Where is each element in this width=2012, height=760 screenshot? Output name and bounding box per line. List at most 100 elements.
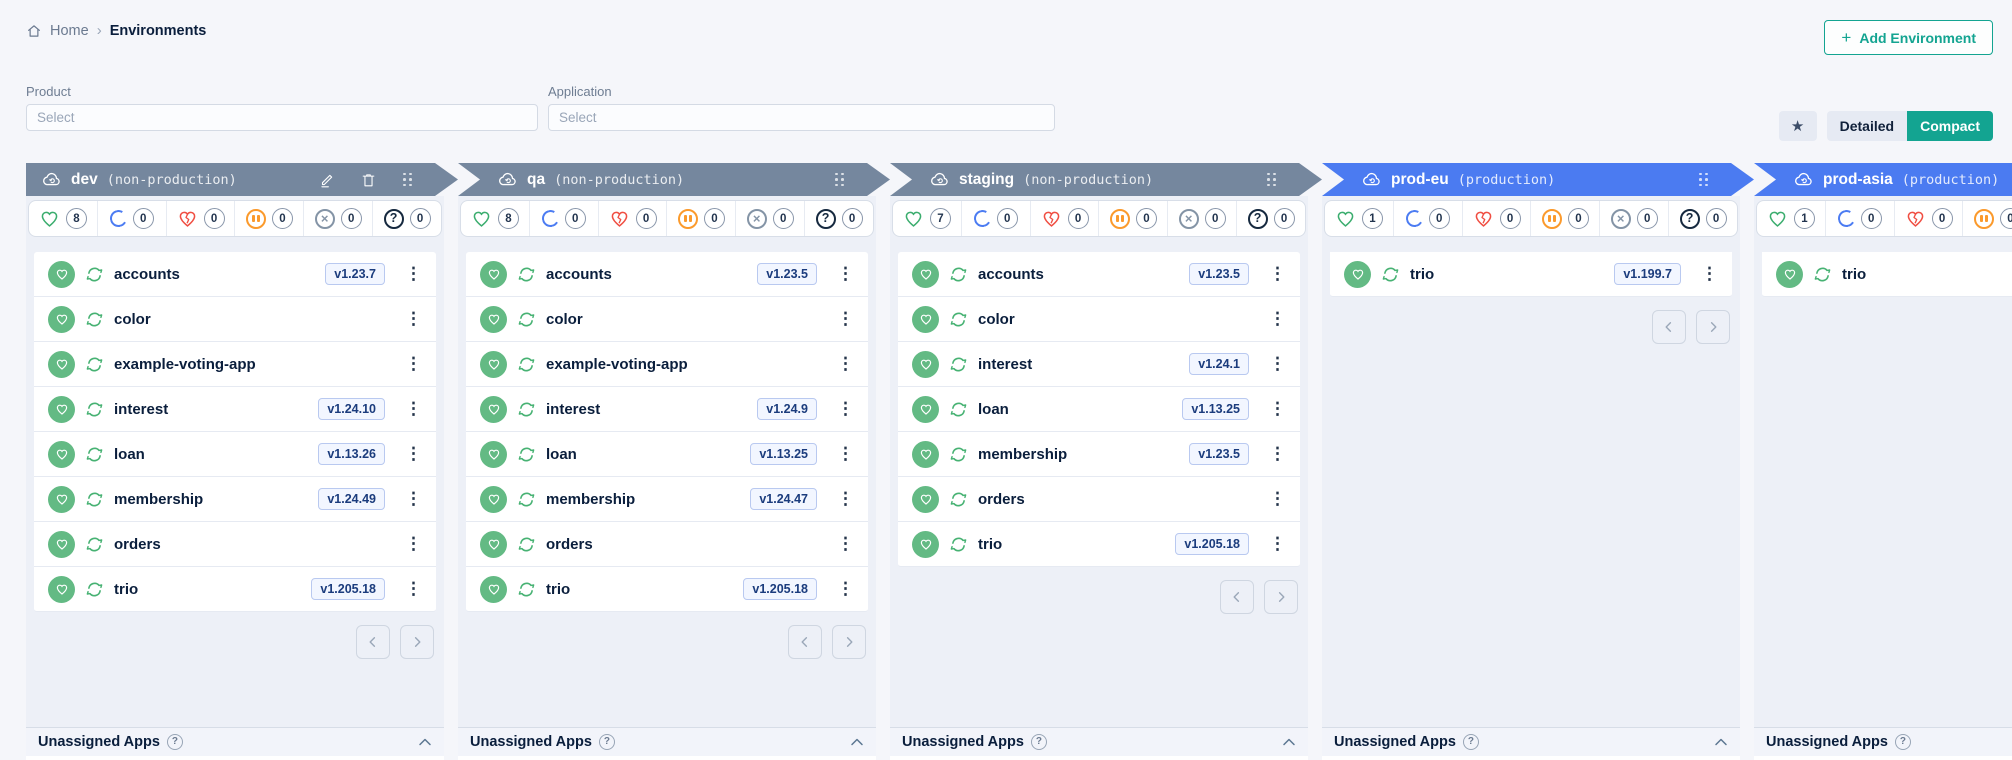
app-row[interactable]: trio v1.199.7 ⋮ xyxy=(1330,252,1732,297)
environment-name: staging xyxy=(959,171,1014,189)
app-row[interactable]: membership v1.24.47 ⋮ xyxy=(466,477,868,522)
app-row[interactable]: trio v1.205.18 ⋮ xyxy=(34,567,436,612)
pagination-prev-button[interactable] xyxy=(788,625,822,659)
unassigned-apps-footer[interactable]: Unassigned Apps ? xyxy=(1322,727,1740,756)
kebab-menu-icon[interactable]: ⋮ xyxy=(1269,399,1286,419)
view-detailed-button[interactable]: Detailed xyxy=(1827,111,1907,141)
kebab-menu-icon[interactable]: ⋮ xyxy=(837,444,854,464)
pagination-prev-button[interactable] xyxy=(356,625,390,659)
home-icon[interactable] xyxy=(26,23,42,39)
kebab-menu-icon[interactable]: ⋮ xyxy=(1269,309,1286,329)
application-select[interactable]: Select xyxy=(548,104,1055,131)
kebab-menu-icon[interactable]: ⋮ xyxy=(405,354,422,374)
kebab-menu-icon[interactable]: ⋮ xyxy=(405,489,422,509)
environment-header[interactable]: dev (non-production) xyxy=(26,163,458,196)
kebab-menu-icon[interactable]: ⋮ xyxy=(405,444,422,464)
chevron-up-icon[interactable] xyxy=(418,737,432,747)
unassigned-apps-footer[interactable]: Unassigned Apps ? xyxy=(1754,727,2012,756)
kebab-menu-icon[interactable]: ⋮ xyxy=(405,579,422,599)
environment-header[interactable]: staging (non-production) xyxy=(890,163,1322,196)
app-row[interactable]: color ⋮ xyxy=(34,297,436,342)
kebab-menu-icon[interactable]: ⋮ xyxy=(1269,534,1286,554)
drag-handle-icon[interactable] xyxy=(403,173,412,187)
sync-icon xyxy=(517,310,536,329)
app-row[interactable]: loan v1.13.25 ⋮ xyxy=(466,432,868,477)
app-row[interactable]: example-voting-app ⋮ xyxy=(466,342,868,387)
edit-icon[interactable] xyxy=(318,171,336,189)
environment-header[interactable]: qa (non-production) xyxy=(458,163,890,196)
sync-icon xyxy=(949,355,968,374)
missing-count: 0 xyxy=(1637,208,1658,229)
breadcrumb-home[interactable]: Home xyxy=(50,23,89,39)
app-row[interactable]: accounts v1.23.5 ⋮ xyxy=(466,252,868,297)
app-row[interactable]: interest v1.24.9 ⋮ xyxy=(466,387,868,432)
chevron-up-icon[interactable] xyxy=(1714,737,1728,747)
delete-icon[interactable] xyxy=(360,171,377,189)
degraded-count: 0 xyxy=(636,208,657,229)
kebab-menu-icon[interactable]: ⋮ xyxy=(837,309,854,329)
app-row[interactable]: interest v1.24.10 ⋮ xyxy=(34,387,436,432)
app-row[interactable]: orders ⋮ xyxy=(898,477,1300,522)
app-name: loan xyxy=(978,401,1009,418)
kebab-menu-icon[interactable]: ⋮ xyxy=(405,309,422,329)
drag-handle-icon[interactable] xyxy=(835,173,844,187)
kebab-menu-icon[interactable]: ⋮ xyxy=(837,399,854,419)
view-compact-button[interactable]: Compact xyxy=(1907,111,1993,141)
chevron-up-icon[interactable] xyxy=(1282,737,1296,747)
app-row[interactable]: color ⋮ xyxy=(466,297,868,342)
kebab-menu-icon[interactable]: ⋮ xyxy=(837,534,854,554)
unassigned-apps-footer[interactable]: Unassigned Apps ? xyxy=(890,727,1308,756)
app-row[interactable]: loan v1.13.25 ⋮ xyxy=(898,387,1300,432)
kebab-menu-icon[interactable]: ⋮ xyxy=(1269,444,1286,464)
kebab-menu-icon[interactable]: ⋮ xyxy=(405,399,422,419)
pagination-next-button[interactable] xyxy=(400,625,434,659)
app-row[interactable]: trio v1.205.18 ⋮ xyxy=(466,567,868,612)
app-row[interactable]: example-voting-app ⋮ xyxy=(34,342,436,387)
unassigned-apps-footer[interactable]: Unassigned Apps ? xyxy=(458,727,876,756)
kebab-menu-icon[interactable]: ⋮ xyxy=(1269,354,1286,374)
sync-icon xyxy=(517,400,536,419)
app-row[interactable]: color ⋮ xyxy=(898,297,1300,342)
app-row[interactable]: membership v1.23.5 ⋮ xyxy=(898,432,1300,477)
pagination-prev-button[interactable] xyxy=(1652,310,1686,344)
app-row[interactable]: orders ⋮ xyxy=(466,522,868,567)
environment-name: dev xyxy=(71,171,98,189)
pagination-next-button[interactable] xyxy=(1696,310,1730,344)
app-name: trio xyxy=(978,536,1002,553)
drag-handle-icon[interactable] xyxy=(1267,173,1276,187)
pagination-next-button[interactable] xyxy=(832,625,866,659)
unassigned-apps-footer[interactable]: Unassigned Apps ? xyxy=(26,727,444,756)
app-row[interactable]: orders ⋮ xyxy=(34,522,436,567)
favorites-filter-button[interactable]: ★ xyxy=(1779,111,1817,141)
kebab-menu-icon[interactable]: ⋮ xyxy=(1269,264,1286,284)
app-row[interactable]: membership v1.24.49 ⋮ xyxy=(34,477,436,522)
kebab-menu-icon[interactable]: ⋮ xyxy=(837,579,854,599)
app-version-badge: v1.24.9 xyxy=(757,398,817,420)
kebab-menu-icon[interactable]: ⋮ xyxy=(405,534,422,554)
drag-handle-icon[interactable] xyxy=(1699,173,1708,187)
add-environment-button[interactable]: + Add Environment xyxy=(1824,20,1993,55)
app-row[interactable]: trio ⋮ xyxy=(1762,252,2012,297)
pagination-prev-button[interactable] xyxy=(1220,580,1254,614)
chevron-up-icon[interactable] xyxy=(850,737,864,747)
kebab-menu-icon[interactable]: ⋮ xyxy=(405,264,422,284)
environment-header[interactable]: prod-asia (production) xyxy=(1754,163,2012,196)
pagination-next-button[interactable] xyxy=(1264,580,1298,614)
heart-icon xyxy=(487,448,501,461)
environment-header[interactable]: prod-eu (production) xyxy=(1322,163,1754,196)
app-row[interactable]: loan v1.13.26 ⋮ xyxy=(34,432,436,477)
kebab-menu-icon[interactable]: ⋮ xyxy=(1269,489,1286,509)
kebab-menu-icon[interactable]: ⋮ xyxy=(837,354,854,374)
kebab-menu-icon[interactable]: ⋮ xyxy=(837,264,854,284)
kebab-menu-icon[interactable]: ⋮ xyxy=(1701,264,1718,284)
kebab-menu-icon[interactable]: ⋮ xyxy=(837,489,854,509)
missing-count: 0 xyxy=(773,208,794,229)
sync-icon xyxy=(949,535,968,554)
app-row[interactable]: trio v1.205.18 ⋮ xyxy=(898,522,1300,567)
app-row[interactable]: accounts v1.23.5 ⋮ xyxy=(898,252,1300,297)
product-select[interactable]: Select xyxy=(26,104,538,131)
app-row[interactable]: accounts v1.23.7 ⋮ xyxy=(34,252,436,297)
heart-icon xyxy=(1351,268,1365,281)
app-version-badge: v1.205.18 xyxy=(743,578,817,600)
app-row[interactable]: interest v1.24.1 ⋮ xyxy=(898,342,1300,387)
